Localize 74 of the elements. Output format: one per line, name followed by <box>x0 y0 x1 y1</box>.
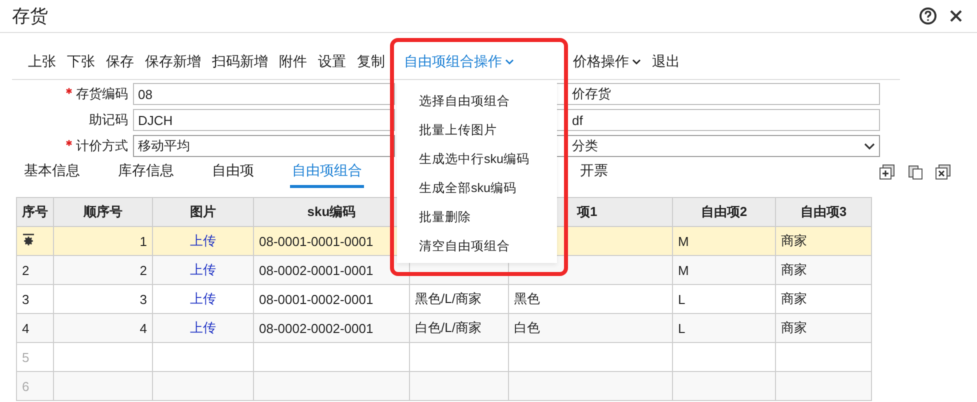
toolbar-button[interactable]: 保存新增 <box>145 53 201 71</box>
tab[interactable]: 自由项 <box>210 162 256 188</box>
close-icon[interactable] <box>949 9 963 23</box>
table-cell: M <box>678 234 689 248</box>
table-cell: 4 <box>140 320 147 336</box>
table-cell: 08-0002-0002-0001 <box>259 320 374 336</box>
dropdown-button[interactable]: 自由项组合操作 <box>404 53 514 71</box>
table-cell: 1 <box>140 234 147 248</box>
column-header: 序号 <box>22 204 48 219</box>
table-cell: 3 <box>140 292 147 306</box>
table-cell: L <box>678 292 686 306</box>
upload-link[interactable]: 上传 <box>190 233 216 248</box>
select-field[interactable]: 分类 <box>555 135 880 157</box>
upload-link[interactable]: 上传 <box>190 291 216 306</box>
caret-icon <box>505 59 514 65</box>
toolbar-button[interactable]: 下张 <box>67 53 95 71</box>
help-icon[interactable] <box>919 7 937 25</box>
select-field[interactable]: 移动平均 <box>133 135 395 157</box>
input-field[interactable]: df <box>555 109 880 131</box>
menu-item[interactable]: 批量删除 <box>397 203 557 232</box>
caret-icon <box>632 59 641 65</box>
tab[interactable]: 库存信息 <box>116 162 176 188</box>
toolbar-button[interactable]: 附件 <box>279 53 307 71</box>
table-cell: 白色/L/商家 <box>415 320 482 335</box>
field-label: 存货编码 <box>76 86 128 101</box>
column-header: 自由项3 <box>800 204 847 219</box>
input-field[interactable]: 价存货 <box>555 83 880 105</box>
table-cell: M <box>678 262 689 278</box>
tab[interactable]: 自由项组合 <box>290 162 364 188</box>
field-label: 计价方式 <box>76 138 128 153</box>
menu-item[interactable]: 批量上传图片 <box>397 116 557 145</box>
column-header: 项1 <box>577 204 598 219</box>
menu-item[interactable]: 生成全部sku编码 <box>397 174 557 203</box>
table-cell: 商家 <box>781 262 807 277</box>
row-header-cell[interactable]: 4 <box>16 314 54 342</box>
add-row-icon[interactable] <box>879 164 895 180</box>
field-label: 助记码 <box>89 112 128 127</box>
column-header: 顺序号 <box>84 204 122 219</box>
table-cell: 商家 <box>781 320 807 335</box>
table-cell: 08-0002-0001-0001 <box>259 262 374 278</box>
upload-link[interactable]: 上传 <box>190 262 216 277</box>
table-cell: 商家 <box>781 233 807 248</box>
input-field[interactable]: DJCH <box>133 109 395 131</box>
input-field[interactable]: 08 <box>133 83 395 105</box>
table-cell: 商家 <box>781 291 807 306</box>
toolbar-button[interactable]: 设置 <box>318 53 346 71</box>
table-cell: 黑色 <box>514 291 540 306</box>
menu-item[interactable]: 选择自由项组合 <box>397 87 557 116</box>
toolbar-button[interactable]: 复制 <box>357 53 385 71</box>
table-cell: 08-0001-0001-0001 <box>259 234 374 248</box>
table-cell: 黑色/L/商家 <box>415 291 482 306</box>
tab[interactable]: 基本信息 <box>22 162 82 188</box>
chevron-down-icon <box>864 142 875 150</box>
table-cell: L <box>678 320 686 336</box>
window-title: 存货 <box>12 5 48 28</box>
toolbar-button[interactable]: 退出 <box>652 53 680 71</box>
table-cell: 08-0001-0002-0001 <box>259 292 374 306</box>
gear-icon[interactable] <box>22 233 35 246</box>
toolbar-button[interactable]: 上张 <box>28 53 56 71</box>
menu-item[interactable]: 生成选中行sku编码 <box>397 145 557 174</box>
toolbar-button[interactable]: 扫码新增 <box>212 53 268 71</box>
column-header: 自由项2 <box>700 204 748 219</box>
copy-icon[interactable] <box>907 164 923 180</box>
column-header: sku编码 <box>307 204 356 219</box>
upload-link[interactable]: 上传 <box>190 320 216 335</box>
table-cell: 2 <box>140 262 147 278</box>
dropdown-button[interactable]: 价格操作 <box>573 53 641 71</box>
delete-row-icon[interactable] <box>935 164 951 180</box>
row-header-cell[interactable]: 2 <box>16 256 54 284</box>
menu-item[interactable]: 清空自由项组合 <box>397 232 557 261</box>
toolbar-button[interactable]: 保存 <box>106 53 134 71</box>
tab[interactable]: 开票 <box>578 162 610 188</box>
table-cell: 白色 <box>514 320 540 335</box>
column-header: 图片 <box>190 204 216 219</box>
